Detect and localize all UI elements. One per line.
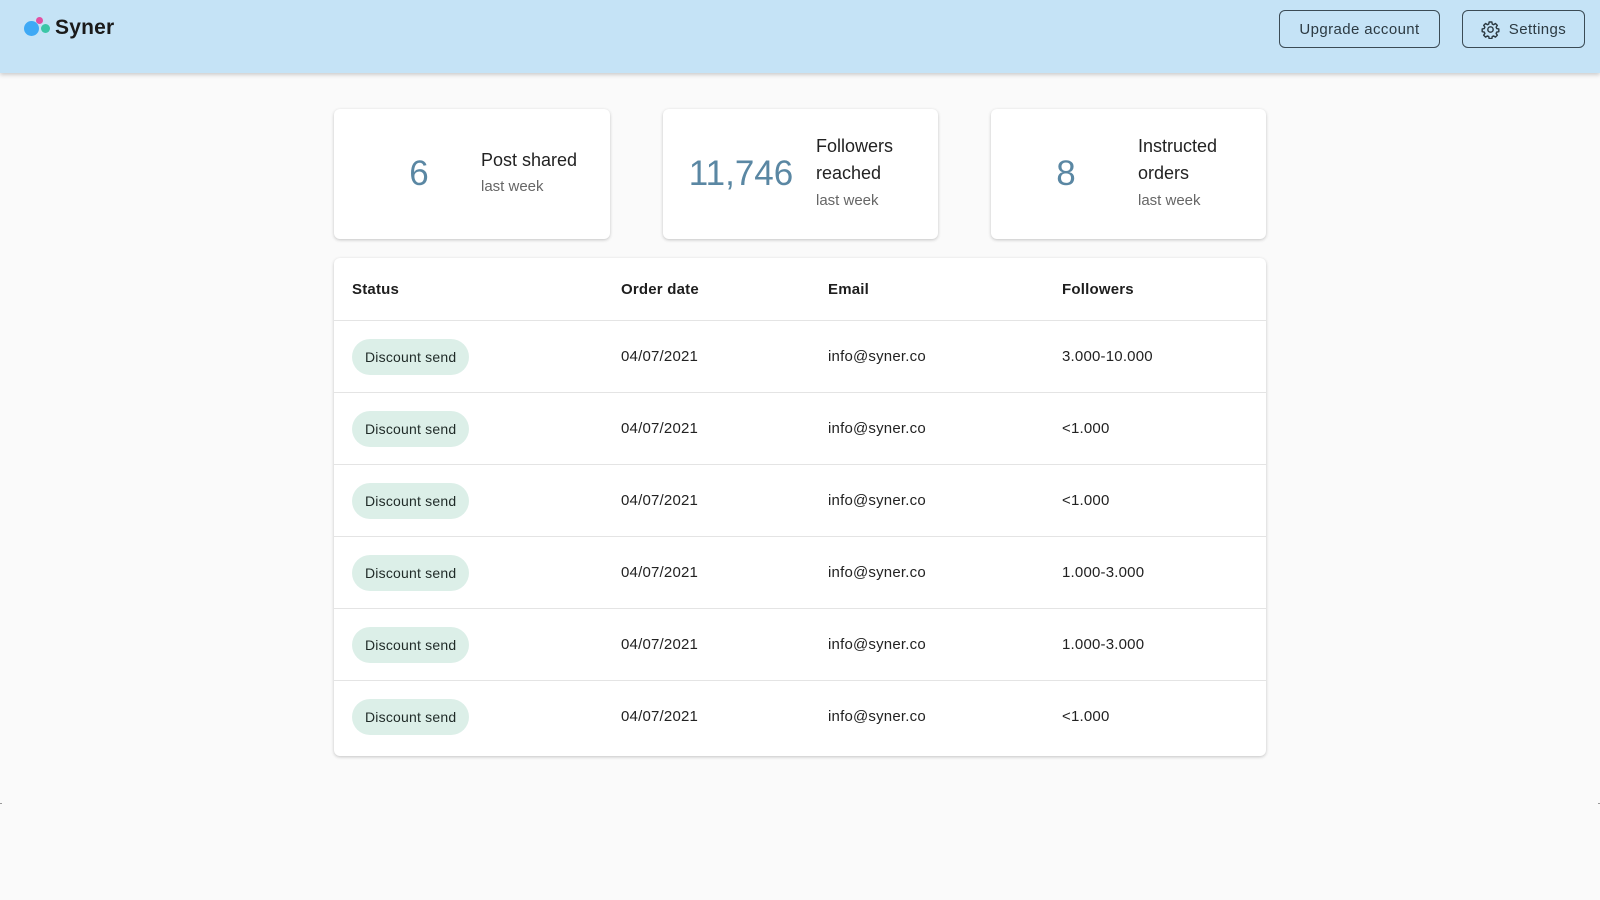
column-header-email[interactable]: Email: [828, 258, 869, 320]
followers-cell: <1.000: [1062, 492, 1110, 509]
email-cell: info@syner.co: [828, 420, 926, 437]
upgrade-account-button[interactable]: Upgrade account: [1279, 10, 1440, 48]
column-header-followers[interactable]: Followers: [1062, 258, 1134, 320]
stat-value: 6: [409, 154, 429, 193]
stat-card-posts: 6 Post shared last week: [334, 109, 610, 239]
table-row[interactable]: Discount send 04/07/2021 info@syner.co <…: [334, 392, 1266, 464]
followers-cell: <1.000: [1062, 420, 1110, 437]
status-chip: Discount send: [352, 338, 470, 375]
page-edge-divider: [0, 803, 2, 804]
column-header-order-date[interactable]: Order date: [621, 258, 699, 320]
status-chip: Discount send: [352, 482, 470, 519]
status-chip: Discount send: [352, 554, 470, 591]
table-row[interactable]: Discount send 04/07/2021 info@syner.co <…: [334, 464, 1266, 536]
stat-card-followers: 11,746 Followers reached last week: [663, 109, 938, 239]
email-cell: info@syner.co: [828, 708, 926, 725]
followers-cell: 1.000-3.000: [1062, 636, 1145, 653]
status-chip: Discount send: [352, 698, 470, 735]
stat-sublabel: last week: [1138, 192, 1201, 209]
table-row[interactable]: Discount send 04/07/2021 info@syner.co 1…: [334, 608, 1266, 680]
stat-value: 11,746: [688, 154, 794, 193]
order-date-cell: 04/07/2021: [621, 348, 699, 365]
column-header-status[interactable]: Status: [352, 258, 399, 320]
email-cell: info@syner.co: [828, 492, 926, 509]
order-date-cell: 04/07/2021: [621, 708, 699, 725]
stat-label: Followers reached: [816, 136, 894, 183]
brand-name: Syner: [55, 16, 115, 39]
table-header-row: Status Order date Email Followers: [334, 258, 1266, 320]
table-row[interactable]: Discount send 04/07/2021 info@syner.co 1…: [334, 536, 1266, 608]
brand-logo[interactable]: Syner: [22, 14, 114, 42]
stat-sublabel: last week: [481, 178, 544, 195]
email-cell: info@syner.co: [828, 636, 926, 653]
followers-cell: <1.000: [1062, 708, 1110, 725]
status-chip: Discount send: [352, 410, 470, 447]
followers-cell: 1.000-3.000: [1062, 564, 1145, 581]
order-date-cell: 04/07/2021: [621, 636, 699, 653]
stat-label: Post shared: [481, 150, 578, 170]
table-row[interactable]: Discount send 04/07/2021 info@syner.co <…: [334, 680, 1266, 752]
order-date-cell: 04/07/2021: [621, 492, 699, 509]
gear-icon: [1481, 20, 1500, 39]
status-chip: Discount send: [352, 626, 470, 663]
stat-sublabel: last week: [816, 192, 879, 209]
stat-value: 8: [1056, 154, 1076, 193]
orders-table: Status Order date Email Followers Discou…: [334, 258, 1266, 756]
stat-label: Instructed orders: [1138, 136, 1218, 183]
followers-cell: 3.000-10.000: [1062, 348, 1153, 365]
stat-card-orders: 8 Instructed orders last week: [991, 109, 1266, 239]
table-row[interactable]: Discount send 04/07/2021 info@syner.co 3…: [334, 320, 1266, 392]
order-date-cell: 04/07/2021: [621, 420, 699, 437]
email-cell: info@syner.co: [828, 564, 926, 581]
email-cell: info@syner.co: [828, 348, 926, 365]
settings-button-label: Settings: [1508, 20, 1567, 38]
syner-logo-icon: [22, 15, 52, 41]
order-date-cell: 04/07/2021: [621, 564, 699, 581]
settings-button[interactable]: Settings: [1462, 10, 1585, 48]
top-app-bar: Syner Upgrade account Settings: [0, 0, 1600, 73]
